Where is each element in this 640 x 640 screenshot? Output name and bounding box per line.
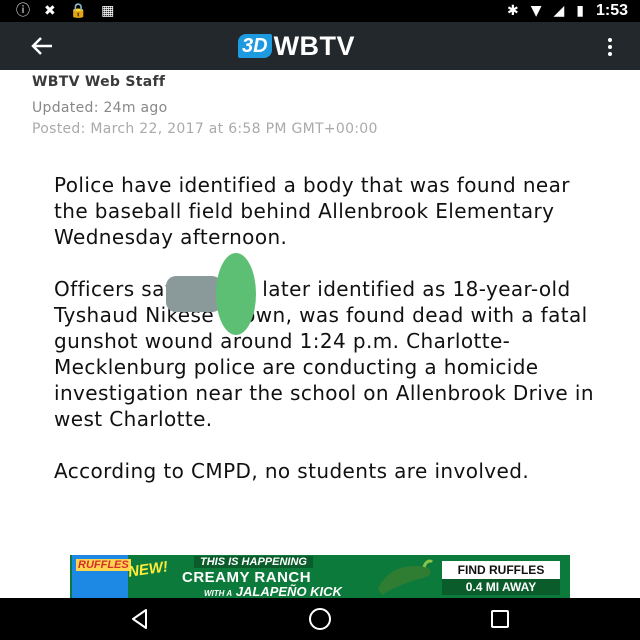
byline: WBTV Web Staff [32, 74, 165, 90]
ad-cta-button[interactable]: FIND RUFFLES 0.4 MI AWAY [442, 561, 560, 595]
wbtv-logo: 3D WBTV [238, 31, 355, 61]
ad-banner[interactable]: RUFFLES NEW! THIS IS HAPPENING CREAMY RA… [70, 555, 570, 599]
status-clock: 1:53 [595, 2, 628, 19]
updated-time: Updated: 24m ago [32, 100, 168, 116]
ad-tagline: THIS IS HAPPENING [194, 556, 313, 568]
wifi-icon: ▼ [530, 3, 542, 19]
bluetooth-icon: ✱ [506, 3, 519, 19]
battery-charging-icon: ▮ [576, 3, 584, 19]
article-paragraph: Officers say a man, later identified as … [54, 277, 594, 431]
back-button[interactable] [26, 32, 58, 60]
author: WBTV Web Staff [32, 74, 166, 90]
system-nav-bar [0, 598, 640, 640]
alert-circle-icon: ⓘ [16, 3, 30, 19]
article-paragraph: Police have identified a body that was f… [54, 173, 570, 249]
arrow-back-icon [31, 37, 52, 55]
nav-back-button[interactable] [120, 606, 160, 632]
status-bar: ⓘ ✖ 🔒 ▦ ✱ ▼ ◢ ▮ 1:53 [0, 0, 640, 22]
lock-icon: 🔒 [69, 3, 88, 19]
ad-subline: WITH A JALAPEÑO KICK [204, 584, 342, 599]
android-icon: ▦ [101, 3, 115, 19]
app-bar: 3D WBTV [0, 22, 640, 70]
nav-home-icon [309, 608, 331, 630]
floating-handle[interactable] [164, 252, 258, 336]
ad-distance: 0.4 MI AWAY [442, 579, 560, 595]
jalapeno-icon [378, 559, 434, 595]
ad-brand: RUFFLES [76, 559, 131, 571]
article-body: Police have identified a body that was f… [54, 172, 604, 510]
logo-badge: 3D [238, 34, 272, 58]
no-wifi-icon: ✖ [44, 3, 56, 19]
ad-cta-label: FIND RUFFLES [442, 561, 560, 579]
nav-recents-icon [491, 610, 509, 628]
more-vert-icon[interactable] [602, 34, 618, 60]
posted-date: Posted: March 22, 2017 at 6:58 PM GMT+00… [32, 121, 378, 137]
logo-text: WBTV [273, 30, 356, 61]
nav-recents-button[interactable] [480, 606, 520, 632]
nav-back-icon [132, 609, 147, 629]
ad-new-badge: NEW! [127, 558, 169, 581]
article-paragraph: According to CMPD, no students are invol… [54, 459, 530, 483]
nav-home-button[interactable] [300, 606, 340, 632]
no-signal-icon: ◢ [553, 3, 565, 19]
